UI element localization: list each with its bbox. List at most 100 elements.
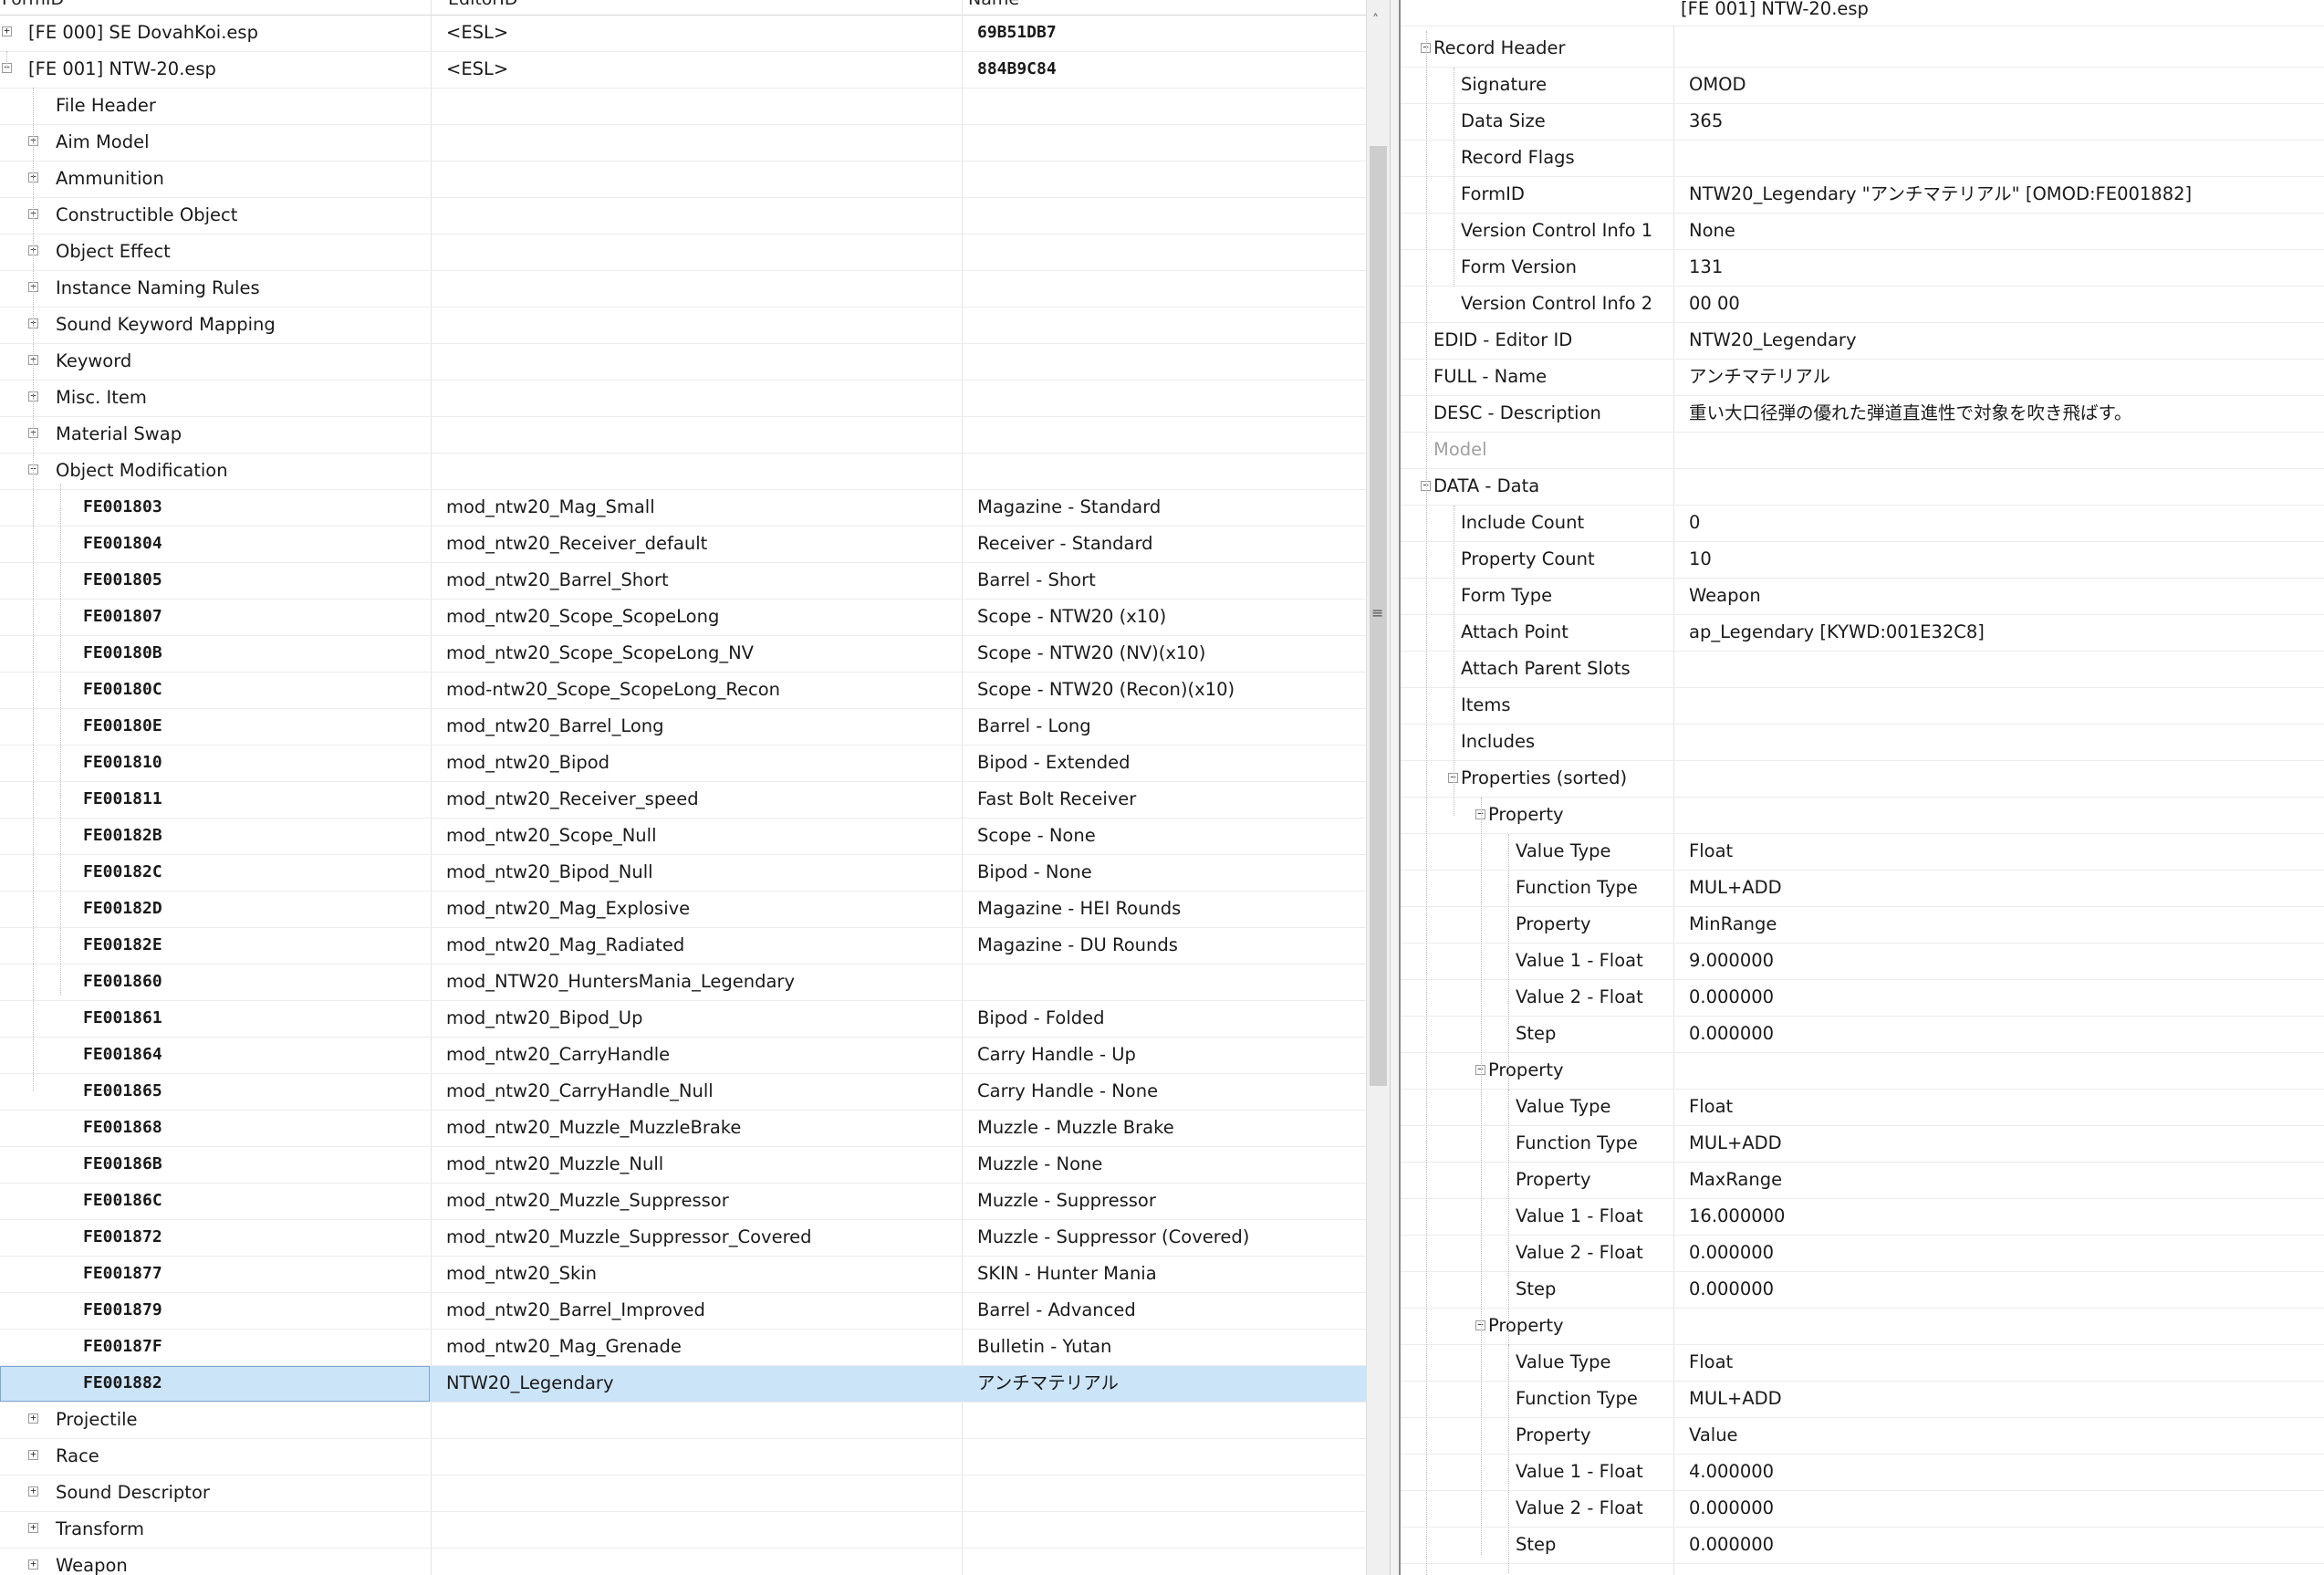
tree-record-row[interactable]: FE001882 NTW20_Legendary アンチマテリアル [0, 1366, 1366, 1403]
tree-file-row[interactable]: − [FE 001] NTW-20.esp <ESL> 884B9C84 [0, 52, 1366, 89]
tree-record-row[interactable]: FE00180E mod_ntw20_Barrel_Long Barrel - Lo… [0, 709, 1366, 746]
tree-record-row[interactable]: FE00186B mod_ntw20_Muzzle_Null Muzzle - No… [0, 1147, 1366, 1184]
field-value: 0.000000 [1689, 1497, 1775, 1518]
tree-record-row[interactable]: FE001872 mod_ntw20_Muzzle_Suppressor_Cove… [0, 1220, 1366, 1257]
record-field-row[interactable]: Value 1 - Float 16.000000 [1401, 1199, 2324, 1236]
record-field-row[interactable]: Items [1401, 688, 2324, 725]
record-field-row[interactable]: FULL - Name アンチマテリアル [1401, 360, 2324, 396]
expand-icon[interactable]: + [28, 1486, 38, 1497]
tree-record-row[interactable]: FE001805 mod_ntw20_Barrel_Short Barrel - S… [0, 563, 1366, 600]
tree-record-row[interactable]: FE00182B mod_ntw20_Scope_Null Scope - None [0, 819, 1366, 855]
expand-icon[interactable]: + [2, 26, 12, 37]
tree-record-row[interactable]: FE00180C mod-ntw20_Scope_ScopeLong_Recon S… [0, 673, 1366, 709]
record-field-row[interactable]: Function Type MUL+ADD [1401, 871, 2324, 907]
pane-splitter[interactable] [1390, 0, 1401, 1575]
record-field-row[interactable]: EDID - Editor ID NTW20_Legendary [1401, 323, 2324, 360]
record-field-row[interactable]: Property Count 10 [1401, 542, 2324, 579]
tree-group-row[interactable]: + Sound Keyword Mapping [0, 308, 1366, 344]
record-field-row[interactable]: Function Type MUL+ADD [1401, 1126, 2324, 1163]
tree-group-row[interactable]: + Projectile [0, 1403, 1366, 1439]
record-field-row[interactable]: Includes [1401, 725, 2324, 761]
record-field-row[interactable]: Value 2 - Float 0.000000 [1401, 1491, 2324, 1528]
record-field-row[interactable]: − DATA - Data [1401, 469, 2324, 506]
tree-group-row[interactable]: File Header [0, 89, 1366, 125]
tree-record-row[interactable]: FE001879 mod_ntw20_Barrel_Improved Barrel … [0, 1293, 1366, 1330]
expand-icon[interactable]: + [28, 1413, 38, 1424]
tree-record-row[interactable]: FE001877 mod_ntw20_Skin SKIN - Hunter Mani… [0, 1257, 1366, 1293]
record-field-row[interactable]: − Property [1401, 1053, 2324, 1090]
tree-group-row[interactable]: + Constructible Object [0, 198, 1366, 235]
tree-record-row[interactable]: FE001860 mod_NTW20_HuntersMania_Legendary [0, 965, 1366, 1001]
record-field-row[interactable]: Attach Parent Slots [1401, 652, 2324, 688]
tree-record-row[interactable]: FE00180B mod_ntw20_Scope_ScopeLong_NV Scop… [0, 636, 1366, 673]
record-field-row[interactable]: Value Type Float [1401, 1345, 2324, 1382]
tree-group-row[interactable]: + Transform [0, 1512, 1366, 1549]
expand-icon[interactable]: + [28, 1559, 38, 1570]
record-field-row[interactable]: Function Type MUL+ADD [1401, 1382, 2324, 1418]
record-field-row[interactable]: Version Control Info 2 00 00 [1401, 287, 2324, 323]
tree-scrollbar[interactable]: ˄ ≡ [1366, 0, 1390, 1575]
expand-icon[interactable]: + [28, 1449, 38, 1460]
tree-record-row[interactable]: FE001807 mod_ntw20_Scope_ScopeLong Scope -… [0, 600, 1366, 636]
record-field-row[interactable]: Form Type Weapon [1401, 579, 2324, 615]
column-formid[interactable]: FormID [2, 0, 64, 9]
tree-group-row[interactable]: + Keyword [0, 344, 1366, 381]
record-field-row[interactable]: Data Size 365 [1401, 104, 2324, 141]
tree-record-row[interactable]: FE001810 mod_ntw20_Bipod Bipod - Extended [0, 746, 1366, 782]
record-field-row[interactable]: − Property [1401, 1309, 2324, 1345]
record-field-row[interactable]: DESC - Description 重い大口径弾の優れた弾道直進性で対象を吹き飛… [1401, 396, 2324, 433]
record-field-row[interactable]: − Property [1401, 798, 2324, 834]
tree-record-row[interactable]: FE00182E mod_ntw20_Mag_Radiated Magazine -… [0, 928, 1366, 965]
tree-group-row[interactable]: + Ammunition [0, 162, 1366, 198]
record-field-row[interactable]: − Properties (sorted) [1401, 761, 2324, 798]
record-field-row[interactable]: Model [1401, 433, 2324, 469]
record-field-row[interactable]: Value 2 - Float 0.000000 [1401, 1236, 2324, 1272]
record-field-row[interactable]: Step 0.000000 [1401, 1528, 2324, 1564]
record-field-row[interactable]: Attach Point ap_Legendary [KYWD:001E32C8] [1401, 615, 2324, 652]
tree-group-row[interactable]: + Weapon [0, 1549, 1366, 1575]
record-field-row[interactable]: Step 0.000000 [1401, 1272, 2324, 1309]
record-field-row[interactable]: Property MaxRange [1401, 1163, 2324, 1199]
record-field-row[interactable]: Include Count 0 [1401, 506, 2324, 542]
tree-record-row[interactable]: FE00186C mod_ntw20_Muzzle_Suppressor Muzzl… [0, 1184, 1366, 1220]
record-field-row[interactable]: Value 1 - Float 4.000000 [1401, 1455, 2324, 1491]
tree-record-row[interactable]: FE00182C mod_ntw20_Bipod_Null Bipod - None [0, 855, 1366, 892]
record-field-row[interactable]: Step 0.000000 [1401, 1017, 2324, 1053]
record-field-row[interactable]: Signature OMOD [1401, 68, 2324, 104]
column-name[interactable]: Name [968, 0, 1019, 9]
record-formid: FE00182D [83, 899, 162, 918]
tree-file-row[interactable]: + [FE 000] SE DovahKoi.esp <ESL> 69B51DB7 [0, 16, 1366, 52]
record-field-row[interactable]: Value Type Float [1401, 1090, 2324, 1126]
tree-group-row[interactable]: + Race [0, 1439, 1366, 1476]
expand-icon[interactable]: + [28, 1522, 38, 1533]
record-field-row[interactable]: Property Value [1401, 1418, 2324, 1455]
tree-group-row[interactable]: + Object Effect [0, 235, 1366, 271]
cell-editorid: mod_ntw20_Receiver_speed [446, 788, 699, 809]
column-editorid[interactable]: EditorID [448, 0, 517, 9]
tree-record-row[interactable]: FE001868 mod_ntw20_Muzzle_MuzzleBrake Muzz… [0, 1111, 1366, 1147]
record-field-row[interactable]: − Record Header [1401, 31, 2324, 68]
tree-record-row[interactable]: FE00187F mod_ntw20_Mag_Grenade Bulletin - … [0, 1330, 1366, 1366]
record-field-row[interactable]: Value 2 - Float 0.000000 [1401, 980, 2324, 1017]
tree-record-row[interactable]: FE001864 mod_ntw20_CarryHandle Carry Handl… [0, 1038, 1366, 1074]
record-field-row[interactable]: Property MinRange [1401, 907, 2324, 944]
tree-group-row[interactable]: + Aim Model [0, 125, 1366, 162]
tree-group-row[interactable]: + Sound Descriptor [0, 1476, 1366, 1512]
tree-record-row[interactable]: FE00182D mod_ntw20_Mag_Explosive Magazine … [0, 892, 1366, 928]
record-field-row[interactable]: Record Flags [1401, 141, 2324, 177]
tree-group-row[interactable]: + Material Swap [0, 417, 1366, 454]
record-field-row[interactable]: Value 1 - Float 9.000000 [1401, 944, 2324, 980]
tree-record-row[interactable]: FE001804 mod_ntw20_Receiver_default Receiv… [0, 527, 1366, 563]
tree-record-row[interactable]: FE001811 mod_ntw20_Receiver_speed Fast Bol… [0, 782, 1366, 819]
tree-group-row[interactable]: + Misc. Item [0, 381, 1366, 417]
record-field-row[interactable]: Form Version 131 [1401, 250, 2324, 287]
record-field-row[interactable]: Version Control Info 1 None [1401, 214, 2324, 250]
tree-group-row[interactable]: − Object Modification [0, 454, 1366, 490]
record-field-row[interactable]: FormID NTW20_Legendary "アンチマテリアル" [OMOD:F… [1401, 177, 2324, 214]
tree-group-row[interactable]: + Instance Naming Rules [0, 271, 1366, 308]
tree-record-row[interactable]: FE001865 mod_ntw20_CarryHandle_Null Carry … [0, 1074, 1366, 1111]
record-field-row[interactable]: Value Type Float [1401, 834, 2324, 871]
tree-record-row[interactable]: FE001861 mod_ntw20_Bipod_Up Bipod - Folded [0, 1001, 1366, 1038]
tree-record-row[interactable]: FE001803 mod_ntw20_Mag_Small Magazine - St… [0, 490, 1366, 527]
scroll-up-icon[interactable]: ˄ [1372, 13, 1379, 27]
